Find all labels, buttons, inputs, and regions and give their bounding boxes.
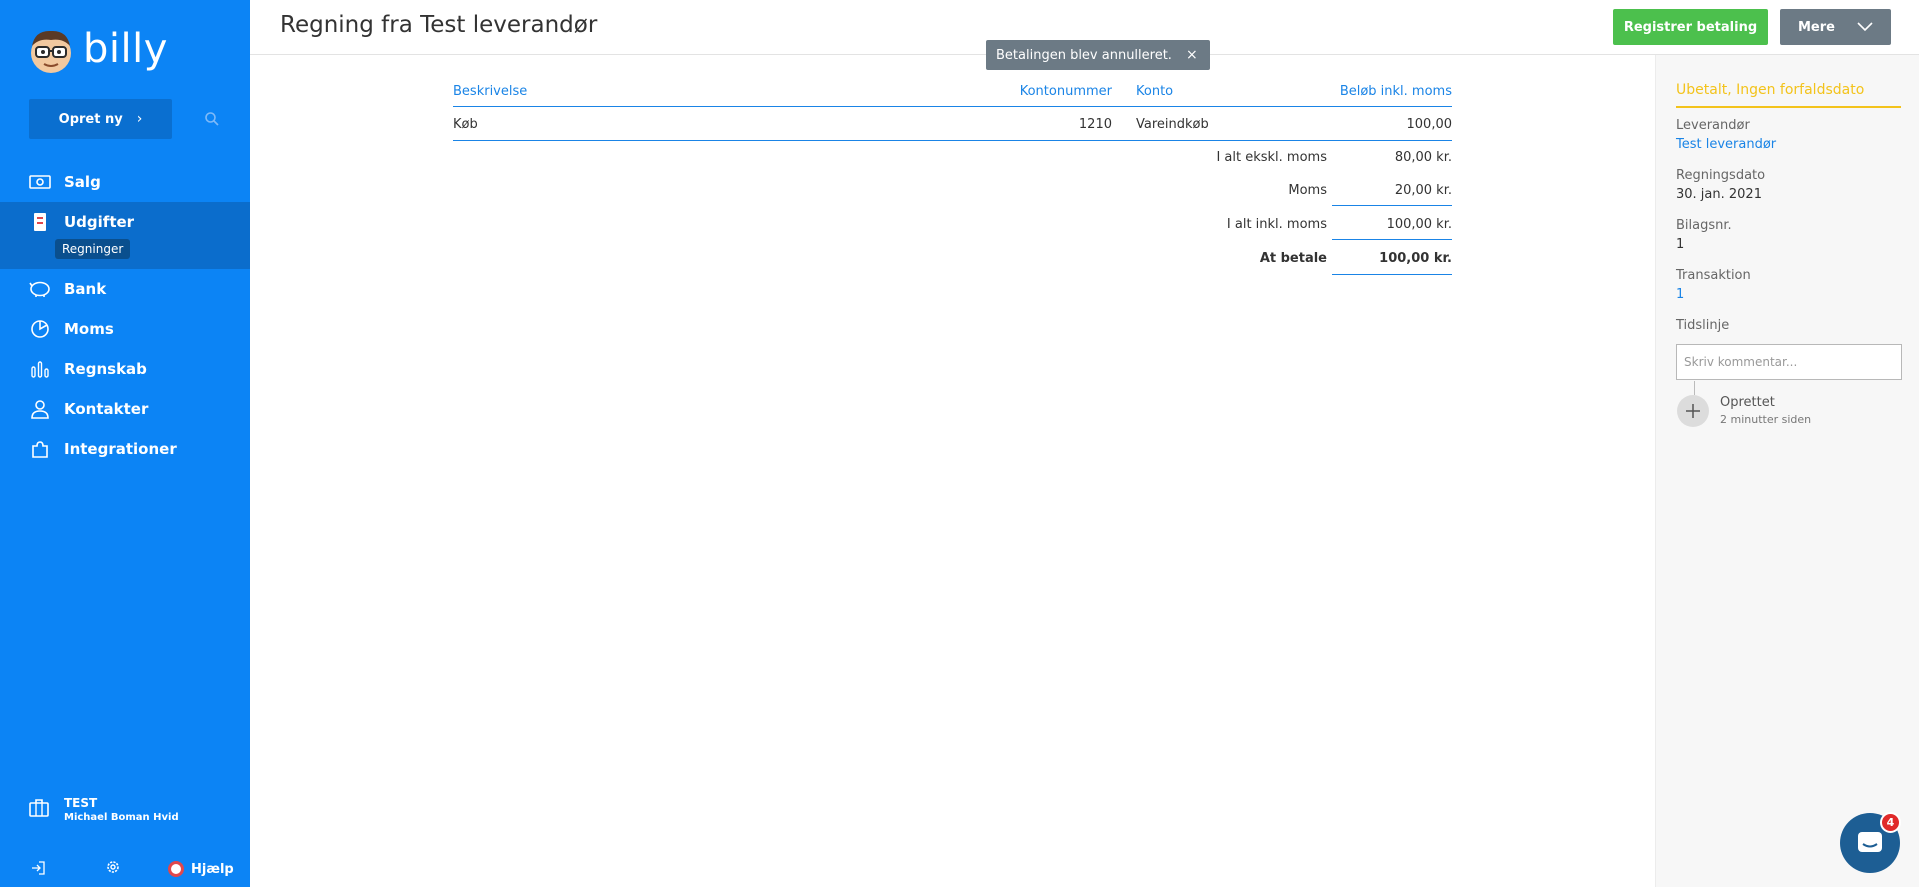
plus-icon (1677, 395, 1709, 427)
nav-label: Moms (64, 320, 114, 338)
help-button[interactable]: Hjælp (168, 861, 234, 877)
nav-subitem-regninger[interactable]: Regninger (55, 239, 131, 259)
nav-item-kontakter[interactable]: Kontakter (0, 389, 250, 429)
supplier-label: Leverandør (1676, 118, 1750, 133)
toast-message: Betalingen blev annulleret. (996, 47, 1172, 63)
notification-badge: 4 (1880, 812, 1901, 833)
vat-divider (1332, 205, 1452, 206)
nav-item-moms[interactable]: Moms (0, 309, 250, 349)
bar-chart-icon (29, 358, 51, 380)
voucher-value: 1 (1676, 237, 1685, 252)
timeline-connector (1694, 381, 1695, 395)
total-excl-vat-label: I alt ekskl. moms (1216, 150, 1327, 165)
pie-chart-icon (29, 318, 51, 340)
cash-icon (29, 171, 51, 193)
help-label: Hjælp (191, 861, 234, 877)
line-description: Køb (453, 117, 478, 132)
total-divider (1332, 239, 1452, 240)
bill-date-label: Regningsdato (1676, 168, 1766, 183)
transaction-link[interactable]: 1 (1676, 287, 1684, 302)
logout-icon[interactable] (31, 860, 45, 879)
receipt-icon (29, 211, 51, 233)
sidebar: billy Opret ny › Salg Udgifter Regninger (0, 0, 250, 887)
nav-label: Udgifter (64, 213, 135, 231)
status-underline (1676, 106, 1901, 108)
timeline-label: Tidslinje (1676, 318, 1730, 333)
total-excl-vat-value: 80,00 kr. (1394, 150, 1452, 165)
close-icon[interactable]: × (1186, 47, 1198, 63)
status-badge: Ubetalt, Ingen forfaldsdato (1676, 82, 1865, 98)
line-amount: 100,00 (1406, 117, 1453, 132)
chat-icon (1858, 832, 1882, 852)
billy-face-icon (29, 28, 73, 74)
details-panel: Ubetalt, Ingen forfaldsdato Leverandør T… (1655, 55, 1919, 887)
nav-item-bank[interactable]: Bank (0, 269, 250, 309)
logo-text: billy (83, 26, 168, 72)
search-icon[interactable] (204, 111, 220, 127)
nav-label: Integrationer (64, 440, 177, 458)
line-account: Vareindkøb (1136, 117, 1209, 132)
amount-due-label: At betale (1259, 251, 1327, 266)
nav-label: Bank (64, 280, 107, 298)
briefcase-icon (29, 798, 51, 821)
voucher-label: Bilagsnr. (1676, 218, 1732, 233)
amount-due-value: 100,00 kr. (1379, 251, 1452, 266)
total-incl-vat-value: 100,00 kr. (1386, 217, 1452, 232)
lifebuoy-icon (168, 861, 184, 877)
nav-item-udgifter[interactable]: Udgifter (0, 202, 250, 238)
column-header-amount: Beløb inkl. moms (1339, 84, 1452, 99)
vat-label: Moms (1288, 183, 1327, 198)
sidebar-bottom-bar: Hjælp (0, 858, 250, 880)
column-header-description: Beskrivelse (453, 84, 528, 99)
user-name: Michael Boman Hvid (64, 812, 179, 823)
page-title: Regning fra Test leverandør (280, 12, 598, 38)
column-header-account: Konto (1136, 84, 1174, 99)
chevron-right-icon: › (136, 111, 143, 127)
more-label: Mere (1798, 19, 1835, 35)
more-button[interactable]: Mere (1780, 9, 1891, 45)
main-nav: Salg Udgifter Regninger Bank Moms Regnsk… (0, 162, 250, 469)
timeline-event-title: Oprettet (1720, 395, 1775, 410)
create-new-label: Opret ny (58, 111, 123, 127)
nav-label: Kontakter (64, 400, 149, 418)
create-new-button[interactable]: Opret ny › (29, 99, 172, 139)
billy-logo[interactable]: billy (29, 28, 168, 74)
timeline-event-time: 2 minutter siden (1720, 413, 1812, 426)
vat-value: 20,00 kr. (1394, 183, 1452, 198)
comment-input[interactable]: Skriv kommentar... (1676, 344, 1902, 380)
nav-item-salg[interactable]: Salg (0, 162, 250, 202)
bill-date-value: 30. jan. 2021 (1676, 187, 1762, 202)
supplier-link[interactable]: Test leverandør (1676, 137, 1776, 152)
nav-label: Regnskab (64, 360, 147, 378)
toast-notification: Betalingen blev annulleret. × (986, 40, 1210, 70)
line-divider (453, 140, 1452, 141)
nav-item-regnskab[interactable]: Regnskab (0, 349, 250, 389)
puzzle-icon (29, 438, 51, 460)
person-icon (29, 398, 51, 420)
nav-label: Salg (64, 173, 101, 191)
column-header-account-number: Kontonummer (1019, 84, 1112, 99)
organization-name: TEST (64, 796, 98, 810)
total-incl-vat-label: I alt inkl. moms (1226, 217, 1327, 232)
organization-switcher[interactable]: TEST Michael Boman Hvid (0, 796, 250, 823)
nav-item-integrationer[interactable]: Integrationer (0, 429, 250, 469)
register-payment-button[interactable]: Registrer betaling (1613, 9, 1768, 45)
piggy-bank-icon (29, 278, 51, 300)
transaction-label: Transaktion (1676, 268, 1751, 283)
gear-icon[interactable] (105, 859, 121, 879)
line-account-number: 1210 (1078, 117, 1112, 132)
chevron-down-icon (1857, 22, 1873, 32)
nav-group-udgifter: Udgifter Regninger (0, 202, 250, 269)
header-divider (453, 106, 1452, 107)
amount-due-divider (1332, 274, 1452, 275)
